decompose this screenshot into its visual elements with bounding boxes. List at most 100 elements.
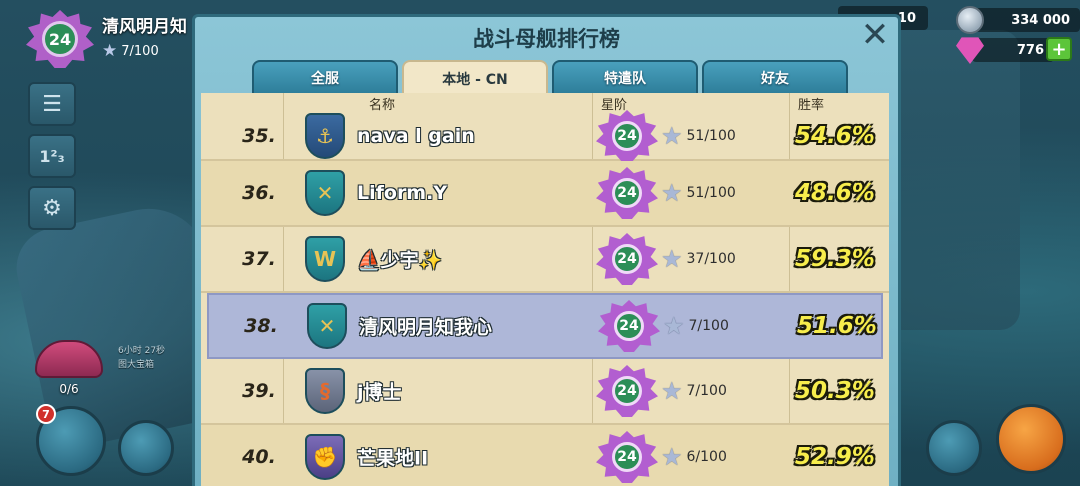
player-stars-value: 7/100: [121, 43, 159, 59]
chest-count: 0/6: [59, 382, 79, 396]
plus-icon: +: [1051, 38, 1067, 60]
player-info[interactable]: 24 清风明月知 ★ 7/100: [26, 10, 187, 68]
row-stars: ★ 7/100: [661, 377, 727, 405]
table-row[interactable]: 40. ✊ 芒果地II 24 ★ 6/100 52.9%: [201, 425, 889, 486]
row-rank: 38.: [244, 315, 278, 337]
row-stars: ★ 51/100: [661, 179, 736, 207]
gem-resource: 776: [956, 36, 1054, 64]
player-rank-badge: 24: [26, 10, 94, 68]
row-player-name: Liform.Y: [357, 182, 448, 204]
fist-emblem-icon: ✊: [305, 434, 345, 480]
chest-timer-value: 6小时 27秒: [118, 346, 166, 356]
row-player-name: j博士: [357, 381, 402, 404]
tab-friends[interactable]: 好友: [702, 60, 848, 94]
row-level-badge: 24: [596, 233, 658, 285]
row-stars: ★ 51/100: [661, 122, 736, 150]
row-stars-value: 6/100: [686, 449, 727, 465]
tab-global[interactable]: 全服: [252, 60, 398, 94]
gem-amount: 776: [972, 38, 1054, 62]
table-row[interactable]: 36. ✕ Liform.Y 24 ★ 51/100 48.6%: [201, 161, 889, 227]
add-gems-button[interactable]: +: [1046, 37, 1072, 61]
row-winrate: 52.9%: [795, 444, 875, 470]
attack-button[interactable]: [996, 404, 1066, 474]
row-stars-value: 7/100: [686, 383, 727, 399]
table-row[interactable]: 37. W ⛵少宇✨ 24 ★ 37/100 59.3%: [201, 227, 889, 293]
wings-emblem-icon: W: [305, 236, 345, 282]
row-level-badge: 24: [596, 167, 658, 219]
leaderboard-tabs: 全服 本地 - CN 特遣队 好友: [252, 60, 848, 96]
row-stars: ★ 6/100: [661, 443, 727, 471]
steel-icon: [956, 6, 984, 34]
row-winrate: 59.3%: [795, 246, 875, 272]
headquarters-button[interactable]: [926, 420, 982, 476]
settings-button[interactable]: ⚙: [28, 186, 76, 230]
row-level-badge: 24: [596, 110, 658, 162]
row-level-badge: 24: [596, 365, 658, 417]
close-icon: ✕: [860, 15, 890, 55]
chest-timer: 6小时 27秒 图大宝箱: [118, 344, 165, 372]
row-winrate: 54.6%: [795, 123, 875, 149]
row-level-badge: 24: [596, 431, 658, 483]
player-level: 24: [42, 21, 78, 57]
gear-icon: ⚙: [42, 195, 62, 221]
menu-button[interactable]: ☰: [28, 82, 76, 126]
row-level-badge: 24: [598, 300, 660, 352]
star-icon: ★: [663, 312, 685, 340]
chest-icon: [35, 340, 103, 378]
row-stars-value: 51/100: [686, 128, 736, 144]
star-icon: ★: [661, 122, 683, 150]
row-player-name: nava l gain: [357, 125, 475, 147]
tab-local-cn[interactable]: 本地 - CN: [402, 60, 548, 96]
row-level: 24: [614, 311, 644, 341]
row-player-name: 芒果地II: [357, 447, 429, 470]
hamburger-icon: ☰: [42, 91, 62, 117]
row-player-name: ⛵少宇✨: [357, 249, 443, 272]
table-row[interactable]: 39. § j博士 24 ★ 7/100 50.3%: [201, 359, 889, 425]
star-icon: ★: [661, 179, 683, 207]
dragon-emblem-icon: §: [305, 368, 345, 414]
leaderboard-rows: 35. ⚓ nava l gain 24 ★ 51/100 54.6% 36. ✕…: [201, 110, 889, 486]
row-winrate: 51.6%: [797, 313, 877, 339]
player-name: 清风明月知: [102, 17, 187, 37]
leaderboard-title: 战斗母舰排行榜: [473, 27, 620, 51]
row-stars: ★ 37/100: [661, 245, 736, 273]
treasure-chest[interactable]: 0/6: [30, 340, 108, 396]
row-winrate: 50.3%: [795, 378, 875, 404]
row-level: 24: [612, 376, 642, 406]
leaderboard-list[interactable]: 名称 星阶 胜率 35. ⚓ nava l gain 24 ★ 51/100 54…: [201, 93, 889, 486]
column-header-name: 名称: [369, 98, 396, 113]
row-rank: 39.: [242, 380, 276, 402]
table-row-self[interactable]: 38. ✕ 清风明月知我心 24 ★ 7/100 51.6%: [207, 293, 883, 359]
row-stars: ★ 7/100: [663, 312, 729, 340]
notification-badge: 7: [36, 404, 56, 424]
star-icon: ★: [661, 443, 683, 471]
weapons-button[interactable]: [118, 420, 174, 476]
chest-label: 图大宝箱: [118, 360, 155, 370]
player-stars: ★ 7/100: [102, 41, 187, 61]
podium-icon: 1²₃: [39, 146, 65, 166]
star-icon: ★: [102, 41, 118, 61]
row-winrate: 48.6%: [795, 180, 875, 206]
row-stars-value: 7/100: [688, 318, 729, 334]
trident-emblem-icon: ⚓: [305, 113, 345, 159]
row-rank: 37.: [242, 248, 276, 270]
crossed-swords-emblem-icon: ✕: [307, 303, 347, 349]
row-level: 24: [612, 244, 642, 274]
star-icon: ★: [661, 377, 683, 405]
row-stars-value: 51/100: [686, 185, 736, 201]
row-stars-value: 37/100: [686, 251, 736, 267]
star-icon: ★: [661, 245, 683, 273]
close-button[interactable]: ✕: [858, 18, 892, 54]
tab-task-force[interactable]: 特遣队: [552, 60, 698, 94]
row-level: 24: [612, 121, 642, 151]
row-level: 24: [612, 442, 642, 472]
row-player-name: 清风明月知我心: [359, 316, 493, 339]
column-header-winrate: 胜率: [798, 98, 825, 113]
table-row[interactable]: 35. ⚓ nava l gain 24 ★ 51/100 54.6%: [201, 110, 889, 162]
steel-amount: 334 000: [972, 8, 1080, 32]
row-rank: 36.: [242, 182, 276, 204]
row-rank: 35.: [242, 125, 276, 147]
crossed-rifles-emblem-icon: ✕: [305, 170, 345, 216]
row-level: 24: [612, 178, 642, 208]
ranking-button[interactable]: 1²₃: [28, 134, 76, 178]
